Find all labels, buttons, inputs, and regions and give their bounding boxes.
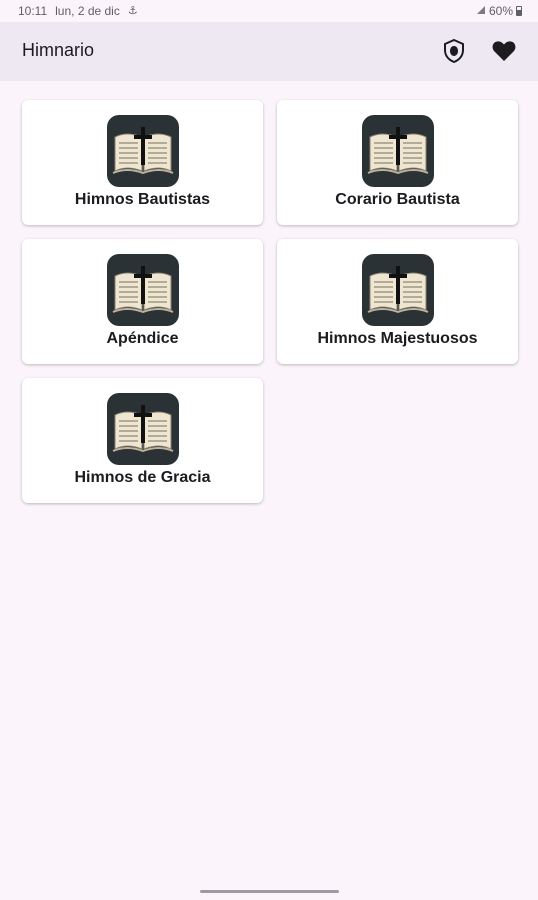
hymnal-card-label: Corario Bautista [335,191,460,208]
status-left: 10:11 lun, 2 de dic ⚓ [18,4,138,18]
bible-icon [107,254,179,326]
battery-percentage: 60% [488,4,513,18]
notification-icon: ⚓ [127,4,138,17]
page-title: Himnario [22,40,95,60]
status-date: lun, 2 de dic [55,4,120,18]
bible-icon [107,393,179,465]
heart-icon[interactable] [490,37,518,65]
app-bar: Himnario [0,22,538,81]
hymnal-card-himnos-de-gracia[interactable]: Himnos de Gracia [22,378,263,503]
hymnal-card-label: Himnos Majestuosos [317,330,478,347]
hymnal-card-label: Himnos de Gracia [74,469,211,486]
home-indicator[interactable] [200,890,339,893]
hymnal-card-corario-bautista[interactable]: Corario Bautista [277,100,518,225]
shield-icon[interactable] [440,37,468,65]
status-bar: 10:11 lun, 2 de dic ⚓ 60% [0,0,538,22]
status-time: 10:11 [18,4,48,18]
battery-icon [516,6,522,16]
bible-icon [362,115,434,187]
hymnal-card-himnos-bautistas[interactable]: Himnos Bautistas [22,100,263,225]
hymnal-card-label: Himnos Bautistas [74,191,211,208]
bible-icon [362,254,434,326]
hymnal-card-label: Apéndice [106,330,179,347]
hymnal-card-himnos-majestuosos[interactable]: Himnos Majestuosos [277,239,518,364]
hymnal-grid: Himnos Bautistas Corario Bautista Apéndi… [22,100,518,503]
status-right: 60% [476,4,522,18]
bible-icon [107,115,179,187]
app-bar-actions [440,37,518,65]
signal-icon [476,5,486,18]
hymnal-card-apendice[interactable]: Apéndice [22,239,263,364]
